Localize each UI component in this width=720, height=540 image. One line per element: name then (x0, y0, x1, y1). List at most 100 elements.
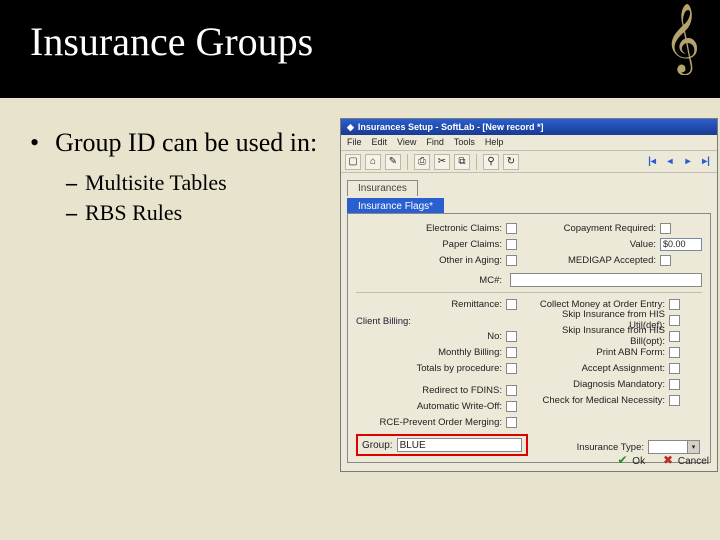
label-electronic-claims: Electronic Claims: (356, 223, 506, 234)
label-insurance-type: Insurance Type: (577, 442, 644, 453)
app-window: ◆ Insurances Setup - SoftLab - [New reco… (340, 118, 718, 472)
checkbox-redirect-fdins[interactable] (506, 385, 517, 396)
checkbox-skip-bill[interactable] (669, 331, 680, 342)
nav-next-icon[interactable]: ▸ (681, 154, 695, 170)
label-group: Group: (362, 440, 393, 451)
label-copayment-required: Copayment Required: (520, 223, 660, 234)
checkbox-accept-assignment[interactable] (669, 363, 680, 374)
copy-icon[interactable]: ⧉ (454, 154, 470, 170)
label-cb-no: No: (356, 331, 506, 342)
dialog-button-bar: ✔ Ok ✖ Cancel (616, 453, 709, 467)
refresh-icon[interactable]: ↻ (503, 154, 519, 170)
label-skip-bill: Skip Insurance from HIS Bill(opt): (529, 325, 669, 347)
nav-first-icon[interactable]: |◂ (645, 154, 659, 170)
find-icon[interactable]: ⚲ (483, 154, 499, 170)
label-remittance: Remittance: (356, 299, 506, 310)
bullet-column: • Group ID can be used in: – Multisite T… (30, 128, 340, 230)
bullet-level2-1: – Multisite Tables (66, 170, 340, 196)
tab-strip-2: Insurance Flags* (347, 197, 717, 213)
insurance-type-row: Insurance Type: ▾ (577, 440, 700, 454)
value-field[interactable]: $0.00 (660, 238, 702, 251)
window-title: Insurances Setup - SoftLab - [New record… (358, 122, 544, 132)
label-value: Value: (520, 239, 660, 250)
label-paper-claims: Paper Claims: (356, 239, 506, 250)
app-icon: ◆ (347, 122, 354, 133)
checkbox-skip-util[interactable] (669, 315, 680, 326)
checkbox-copayment-required[interactable] (660, 223, 671, 234)
check-icon: ✔ (616, 453, 630, 467)
label-diagnosis-mandatory: Diagnosis Mandatory: (529, 379, 669, 390)
sub-bullet-text: RBS Rules (85, 200, 182, 226)
tab-insurance-flags[interactable]: Insurance Flags* (347, 198, 444, 214)
mc-number-field[interactable] (510, 273, 702, 287)
bullet-dot-icon: • (30, 128, 39, 158)
menu-help[interactable]: Help (485, 137, 504, 148)
group-row-highlight: Group: BLUE (356, 434, 528, 456)
label-collect-money: Collect Money at Order Entry: (529, 299, 669, 310)
music-decoration-icon: 𝄞 (665, 8, 700, 68)
label-mc-number: MC#: (356, 275, 506, 286)
checkbox-check-medical-necessity[interactable] (669, 395, 680, 406)
label-other-in-aging: Other in Aging: (356, 255, 506, 266)
group-input[interactable]: BLUE (397, 438, 522, 452)
print-icon[interactable]: ⎙ (414, 154, 430, 170)
ok-label: Ok (632, 456, 645, 467)
checkbox-electronic-claims[interactable] (506, 223, 517, 234)
checkbox-cb-monthly[interactable] (506, 347, 517, 358)
group-value: BLUE (400, 440, 426, 451)
label-print-abn: Print ABN Form: (529, 347, 669, 358)
checkbox-cb-no[interactable] (506, 331, 517, 342)
checkbox-rce-prevent[interactable] (506, 417, 517, 428)
window-titlebar: ◆ Insurances Setup - SoftLab - [New reco… (341, 119, 717, 135)
toolbar-separator (476, 154, 477, 170)
checkbox-other-in-aging[interactable] (506, 255, 517, 266)
label-rce-prevent: RCE-Prevent Order Merging: (356, 417, 506, 428)
menu-view[interactable]: View (397, 137, 416, 148)
section-client-billing: Client Billing: (356, 316, 529, 327)
insurance-type-dropdown[interactable]: ▾ (648, 440, 700, 454)
toolbar-separator (407, 154, 408, 170)
label-accept-assignment: Accept Assignment: (529, 363, 669, 374)
checkbox-medigap[interactable] (660, 255, 671, 266)
toolbar: ▢ ⌂ ✎ ⎙ ✂ ⧉ ⚲ ↻ |◂ ◂ ▸ ▸| (341, 151, 717, 173)
nav-prev-icon[interactable]: ◂ (663, 154, 677, 170)
tab-strip: Insurances (347, 179, 717, 195)
save-icon[interactable]: ✎ (385, 154, 401, 170)
checkbox-auto-writeoff[interactable] (506, 401, 517, 412)
bullet-level1: • Group ID can be used in: (30, 128, 340, 158)
flags-panel: Electronic Claims: Paper Claims: Other i… (347, 213, 711, 463)
label-cb-monthly: Monthly Billing: (356, 347, 506, 358)
label-cb-totals: Totals by procedure: (356, 363, 506, 374)
checkbox-print-abn[interactable] (669, 347, 680, 358)
menu-bar: File Edit View Find Tools Help (341, 135, 717, 151)
checkbox-diagnosis-mandatory[interactable] (669, 379, 680, 390)
dash-icon: – (66, 170, 77, 196)
cancel-label: Cancel (678, 456, 709, 467)
nav-last-icon[interactable]: ▸| (699, 154, 713, 170)
bullet-level2-2: – RBS Rules (66, 200, 340, 226)
bullet-text: Group ID can be used in: (55, 128, 317, 158)
checkbox-collect-money[interactable] (669, 299, 680, 310)
checkbox-cb-totals[interactable] (506, 363, 517, 374)
checkbox-remittance[interactable] (506, 299, 517, 310)
label-auto-writeoff: Automatic Write-Off: (356, 401, 506, 412)
slide-title: Insurance Groups (30, 18, 690, 65)
label-medigap: MEDIGAP Accepted: (520, 255, 660, 266)
menu-file[interactable]: File (347, 137, 362, 148)
new-icon[interactable]: ▢ (345, 154, 361, 170)
divider (356, 292, 702, 293)
tab-insurances[interactable]: Insurances (347, 180, 418, 196)
cut-icon[interactable]: ✂ (434, 154, 450, 170)
checkbox-paper-claims[interactable] (506, 239, 517, 250)
chevron-down-icon: ▾ (687, 441, 699, 453)
cancel-button[interactable]: ✖ Cancel (661, 453, 709, 467)
close-icon: ✖ (661, 453, 675, 467)
menu-tools[interactable]: Tools (454, 137, 475, 148)
slide-header: Insurance Groups 𝄞 (0, 0, 720, 98)
ok-button[interactable]: ✔ Ok (616, 453, 646, 467)
menu-edit[interactable]: Edit (372, 137, 388, 148)
label-check-medical-necessity: Check for Medical Necessity: (529, 395, 669, 406)
dash-icon: – (66, 200, 77, 226)
menu-find[interactable]: Find (426, 137, 444, 148)
open-icon[interactable]: ⌂ (365, 154, 381, 170)
